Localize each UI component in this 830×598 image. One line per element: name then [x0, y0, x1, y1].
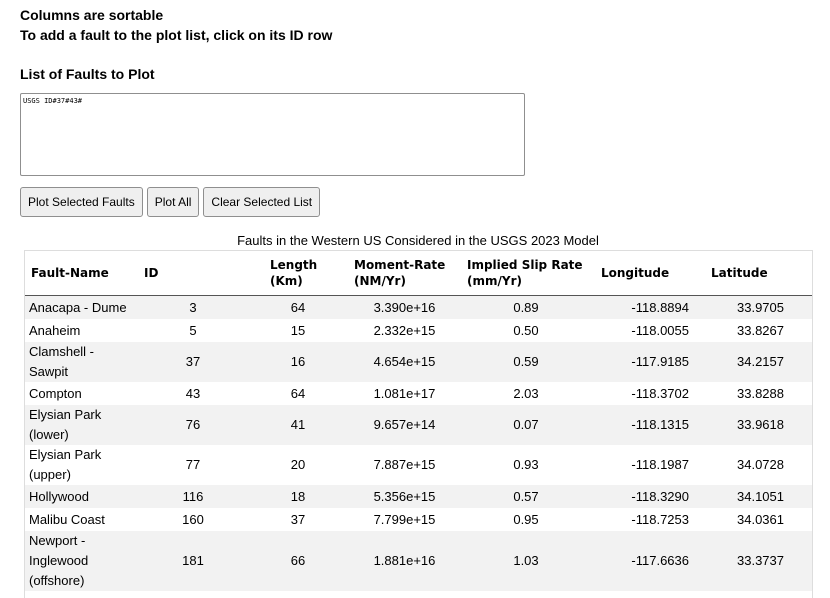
- cell-latitude: 34.0361: [737, 511, 784, 527]
- cell-fault-name: Newport - Inglewood (offshore): [25, 531, 140, 591]
- cell-id[interactable]: 37: [140, 342, 246, 382]
- cell-moment-rate: 3.390e+16: [350, 295, 459, 319]
- column-header-fault-name[interactable]: Fault-Name: [25, 251, 140, 296]
- table-row[interactable]: Malibu Coast 160 37 7.799e+15 0.95 -118.7253 3…: [25, 508, 812, 531]
- cell-length: 64: [290, 385, 306, 401]
- cell-moment-rate: 2.332e+15: [373, 322, 436, 338]
- cell-longitude: -118.8894: [593, 295, 703, 319]
- cell-length: 15: [290, 322, 306, 338]
- instruction-add-fault: To add a fault to the plot list, click o…: [20, 27, 333, 43]
- table-caption: Faults in the Western US Considered in t…: [237, 233, 599, 248]
- cell-longitude: -118.3702: [631, 385, 689, 401]
- cell-latitude: 33.8288: [737, 385, 784, 401]
- cell-implied-slip-rate: 2.03: [513, 385, 539, 401]
- cell-latitude: 34.0728: [737, 457, 784, 472]
- cell-latitude: 34.2157: [703, 342, 812, 382]
- column-header-length[interactable]: Length (Km): [246, 251, 350, 296]
- cell-moment-rate: 1.081e+17: [373, 385, 436, 401]
- table-row[interactable]: Anaheim 5 15 2.332e+15 0.50 -118.0055 33.8267: [25, 319, 812, 342]
- cell-fault-name: Anaheim: [29, 322, 81, 338]
- plot-selected-faults-button[interactable]: Plot Selected Faults: [20, 187, 143, 217]
- column-header-implied-slip-rate[interactable]: Implied Slip Rate (mm/Yr): [459, 251, 593, 296]
- plot-list-title: List of Faults to Plot: [20, 66, 155, 82]
- faults-table-container[interactable]: Fault-Name ID Length (Km) Moment-Rate (N…: [24, 250, 813, 598]
- cell-length: 18: [246, 485, 350, 508]
- cell-id[interactable]: 160: [140, 508, 246, 531]
- cell-fault-name: Elysian Park (upper): [29, 447, 102, 482]
- cell-implied-slip-rate: 1.03: [459, 531, 593, 591]
- cell-fault-name: Anacapa - Dume: [25, 295, 140, 319]
- cell-latitude: 33.9705: [703, 295, 812, 319]
- cell-id[interactable]: 181: [140, 531, 246, 591]
- cell-moment-rate: 5.356e+15: [350, 485, 459, 508]
- table-row[interactable]: Newport - Inglewood (offshore) 181 66 1.881…: [25, 531, 812, 591]
- cell-fault-name: Hollywood: [25, 485, 140, 508]
- cell-id[interactable]: 76: [140, 405, 246, 445]
- cell-latitude: 33.9618: [703, 405, 812, 445]
- instructions: Columns are sortable To add a fault to t…: [20, 5, 332, 45]
- cell-implied-slip-rate: 0.89: [459, 295, 593, 319]
- table-body: Anacapa - Dume 3 64 3.390e+16 0.89 -118.8894 3…: [25, 295, 812, 591]
- cell-id[interactable]: 43: [140, 382, 246, 405]
- cell-fault-name: Elysian Park (lower): [25, 405, 140, 445]
- cell-fault-name: Malibu Coast: [29, 511, 105, 527]
- button-row: Plot Selected Faults Plot All Clear Sele…: [20, 187, 321, 217]
- column-header-moment-rate[interactable]: Moment-Rate (NM/Yr): [350, 251, 459, 296]
- cell-id[interactable]: 116: [140, 485, 246, 508]
- table-header-row: Fault-Name ID Length (Km) Moment-Rate (N…: [25, 251, 812, 296]
- plot-all-button[interactable]: Plot All: [146, 187, 200, 217]
- cell-longitude: -118.7253: [631, 511, 689, 527]
- cell-implied-slip-rate: 0.07: [459, 405, 593, 445]
- cell-longitude: -117.9185: [593, 342, 703, 382]
- cell-moment-rate: 4.654e+15: [350, 342, 459, 382]
- cell-fault-name: Compton: [29, 385, 82, 401]
- cell-latitude: 33.3737: [703, 531, 812, 591]
- plot-list-textarea[interactable]: USGS ID#37#43#: [20, 93, 525, 176]
- cell-implied-slip-rate: 0.95: [513, 511, 539, 527]
- cell-longitude: -118.1987: [631, 457, 689, 472]
- cell-implied-slip-rate: 0.50: [513, 322, 539, 338]
- table-row[interactable]: Compton 43 64 1.081e+17 2.03 -118.3702 33.8288: [25, 382, 812, 405]
- cell-length: 16: [246, 342, 350, 382]
- cell-latitude: 34.1051: [703, 485, 812, 508]
- clear-selected-list-button[interactable]: Clear Selected List: [203, 187, 321, 217]
- cell-moment-rate: 1.881e+16: [350, 531, 459, 591]
- cell-implied-slip-rate: 0.57: [459, 485, 593, 508]
- column-header-latitude[interactable]: Latitude: [703, 251, 812, 296]
- faults-table: Fault-Name ID Length (Km) Moment-Rate (N…: [25, 251, 812, 591]
- table-row[interactable]: Elysian Park (lower) 76 41 9.657e+14 0.07 -11…: [25, 405, 812, 445]
- cell-length: 41: [246, 405, 350, 445]
- cell-id[interactable]: 77: [140, 445, 246, 485]
- cell-longitude: -118.3290: [593, 485, 703, 508]
- cell-longitude: -118.1315: [593, 405, 703, 445]
- column-header-longitude[interactable]: Longitude: [593, 251, 703, 296]
- cell-fault-name: Clamshell - Sawpit: [25, 342, 140, 382]
- cell-latitude: 33.8267: [737, 322, 784, 338]
- column-header-id[interactable]: ID: [140, 251, 246, 296]
- cell-length: 20: [290, 457, 306, 472]
- cell-id[interactable]: 5: [140, 319, 246, 342]
- cell-length: 66: [246, 531, 350, 591]
- cell-length: 64: [246, 295, 350, 319]
- table-row[interactable]: Hollywood 116 18 5.356e+15 0.57 -118.3290 34.1…: [25, 485, 812, 508]
- cell-moment-rate: 7.887e+15: [373, 457, 436, 472]
- cell-moment-rate: 7.799e+15: [373, 511, 436, 527]
- instruction-sortable: Columns are sortable: [20, 7, 164, 23]
- cell-id[interactable]: 3: [140, 295, 246, 319]
- cell-moment-rate: 9.657e+14: [350, 405, 459, 445]
- table-row[interactable]: Anacapa - Dume 3 64 3.390e+16 0.89 -118.8894 3…: [25, 295, 812, 319]
- cell-length: 37: [290, 511, 306, 527]
- cell-longitude: -117.6636: [593, 531, 703, 591]
- table-row[interactable]: Elysian Park (upper) 77 20 7.887e+15 0.93 -11…: [25, 445, 812, 485]
- table-row[interactable]: Clamshell - Sawpit 37 16 4.654e+15 0.59 -117.…: [25, 342, 812, 382]
- cell-implied-slip-rate: 0.59: [459, 342, 593, 382]
- cell-implied-slip-rate: 0.93: [513, 457, 539, 472]
- cell-longitude: -118.0055: [631, 322, 689, 338]
